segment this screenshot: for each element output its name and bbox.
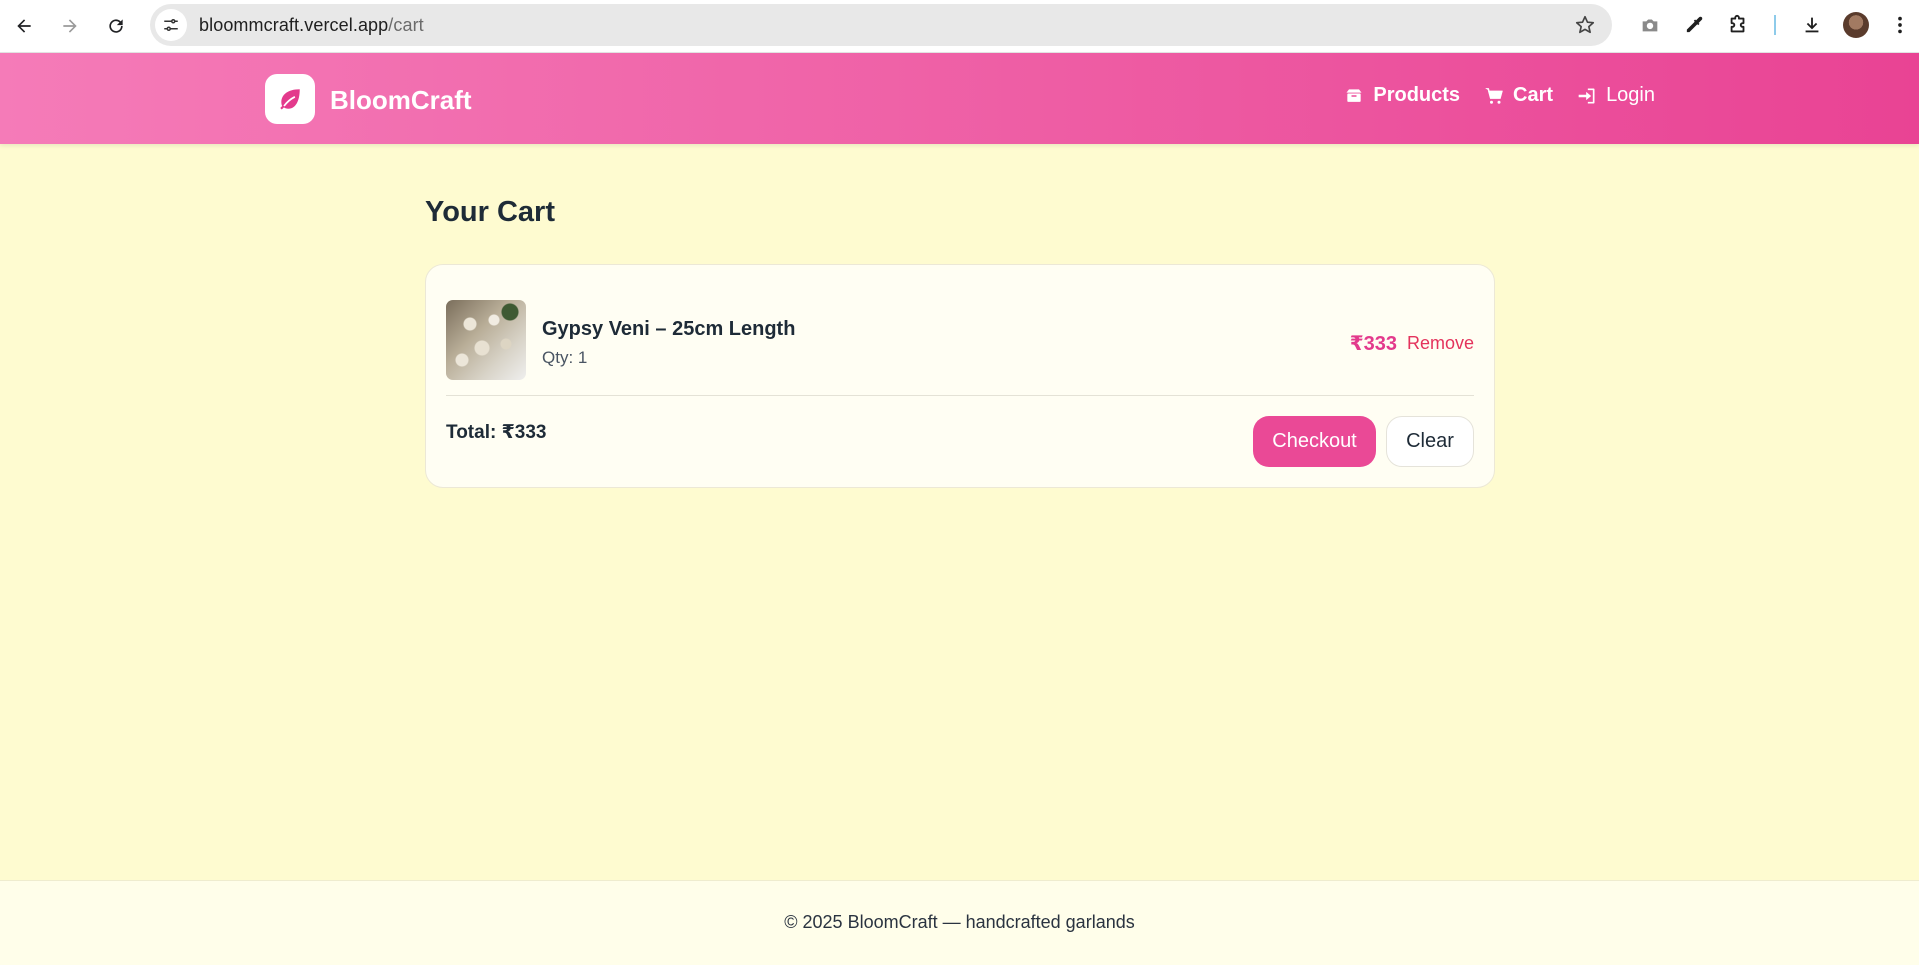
browser-menu-button[interactable]	[1878, 3, 1919, 47]
box-icon	[1346, 88, 1362, 102]
reload-icon	[109, 19, 123, 33]
nav-products-label: Products	[1373, 84, 1461, 106]
nav-products[interactable]: Products	[1344, 84, 1460, 107]
site-footer: © 2025 BloomCraft — handcrafted garlands	[0, 880, 1919, 965]
clear-cart-button[interactable]: Clear	[1386, 416, 1474, 467]
leaf-icon	[280, 89, 300, 110]
browser-toolbar: bloommcraft.vercel.app/cart	[0, 0, 1919, 53]
cart-item-name: Gypsy Veni – 25cm Length	[542, 318, 796, 340]
extensions-button[interactable]	[1716, 3, 1760, 47]
sign-in-icon	[1578, 88, 1595, 103]
product-thumbnail	[446, 300, 526, 380]
site-header: BloomCraft Products Cart Login	[0, 53, 1919, 144]
site-info-button[interactable]	[155, 9, 187, 41]
cart-total: Total: ₹333	[446, 422, 547, 443]
arrow-left-icon	[17, 19, 31, 33]
arrow-right-icon	[63, 19, 77, 33]
main-nav: Products Cart Login	[1344, 84, 1655, 107]
download-icon	[1805, 17, 1819, 33]
address-bar[interactable]: bloommcraft.vercel.app/cart	[150, 4, 1612, 46]
profile-button[interactable]	[1834, 3, 1878, 47]
eyedropper-extension-button[interactable]	[1672, 3, 1716, 47]
footer-text: © 2025 BloomCraft — handcrafted garlands	[784, 912, 1135, 932]
forward-button[interactable]	[48, 4, 92, 48]
nav-cart[interactable]: Cart	[1484, 84, 1553, 107]
screenshot-extension-button[interactable]	[1628, 3, 1672, 47]
logo[interactable]	[265, 74, 315, 124]
avatar	[1843, 12, 1869, 38]
nav-login[interactable]: Login	[1577, 84, 1655, 107]
reload-button[interactable]	[94, 4, 138, 48]
bookmark-star-icon[interactable]	[1574, 14, 1596, 36]
url-path: /cart	[388, 14, 424, 35]
eyedropper-icon	[1686, 16, 1703, 33]
cart-item-price: ₹333	[1349, 333, 1397, 355]
cart-card: Gypsy Veni – 25cm Length Qty: 1 ₹333 Rem…	[425, 264, 1495, 488]
remove-item-button[interactable]: Remove	[1407, 333, 1474, 354]
url-text: bloommcraft.vercel.app/cart	[199, 15, 424, 36]
cart-icon	[1485, 87, 1503, 104]
back-button[interactable]	[2, 4, 46, 48]
nav-cart-label: Cart	[1513, 84, 1554, 106]
brand-name[interactable]: BloomCraft	[330, 85, 472, 116]
tune-icon	[164, 19, 178, 31]
nav-login-label: Login	[1606, 84, 1655, 106]
toolbar-separator	[1774, 15, 1776, 35]
checkout-button[interactable]: Checkout	[1253, 416, 1376, 467]
extensions-area	[1628, 0, 1919, 50]
cart-item-quantity: Qty: 1	[542, 348, 588, 367]
url-host: bloommcraft.vercel.app	[199, 14, 389, 35]
puzzle-icon	[1730, 14, 1745, 33]
page-title: Your Cart	[425, 196, 555, 228]
downloads-button[interactable]	[1790, 3, 1834, 47]
camera-icon	[1642, 19, 1658, 32]
divider	[446, 395, 1474, 396]
kebab-menu-icon	[1898, 16, 1902, 34]
